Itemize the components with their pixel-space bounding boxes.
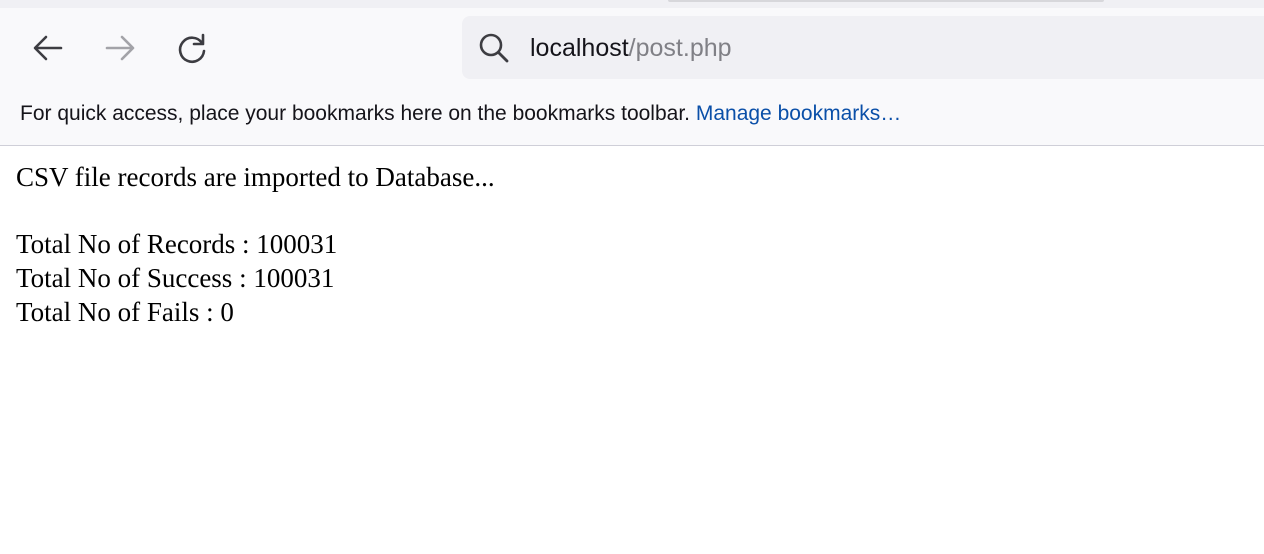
total-fails-line: Total No of Fails : 0 xyxy=(16,297,234,327)
tab-strip xyxy=(0,0,1264,8)
manage-bookmarks-link[interactable]: Manage bookmarks… xyxy=(696,102,901,125)
import-status-message: CSV file records are imported to Databas… xyxy=(16,162,495,192)
total-records-line: Total No of Records : 100031 xyxy=(16,229,338,259)
forward-button[interactable] xyxy=(100,28,140,68)
bookmarks-hint-text: For quick access, place your bookmarks h… xyxy=(20,102,690,125)
browser-toolbar: localhost/post.php For quick access, pla… xyxy=(0,0,1264,146)
reload-icon xyxy=(178,33,206,64)
back-button[interactable] xyxy=(28,28,68,68)
reload-button[interactable] xyxy=(172,28,212,68)
page-content: CSV file records are imported to Databas… xyxy=(16,160,495,329)
url-host: localhost xyxy=(530,34,629,62)
total-success-line: Total No of Success : 100031 xyxy=(16,263,335,293)
search-icon xyxy=(479,33,509,63)
address-bar[interactable]: localhost/post.php xyxy=(462,16,1264,79)
arrow-left-icon xyxy=(33,35,63,61)
url-text[interactable]: localhost/post.php xyxy=(530,33,732,63)
active-tab-edge[interactable] xyxy=(668,0,1104,2)
url-path: /post.php xyxy=(628,34,732,62)
arrow-right-icon xyxy=(105,35,135,61)
bookmarks-toolbar: For quick access, place your bookmarks h… xyxy=(20,100,901,128)
